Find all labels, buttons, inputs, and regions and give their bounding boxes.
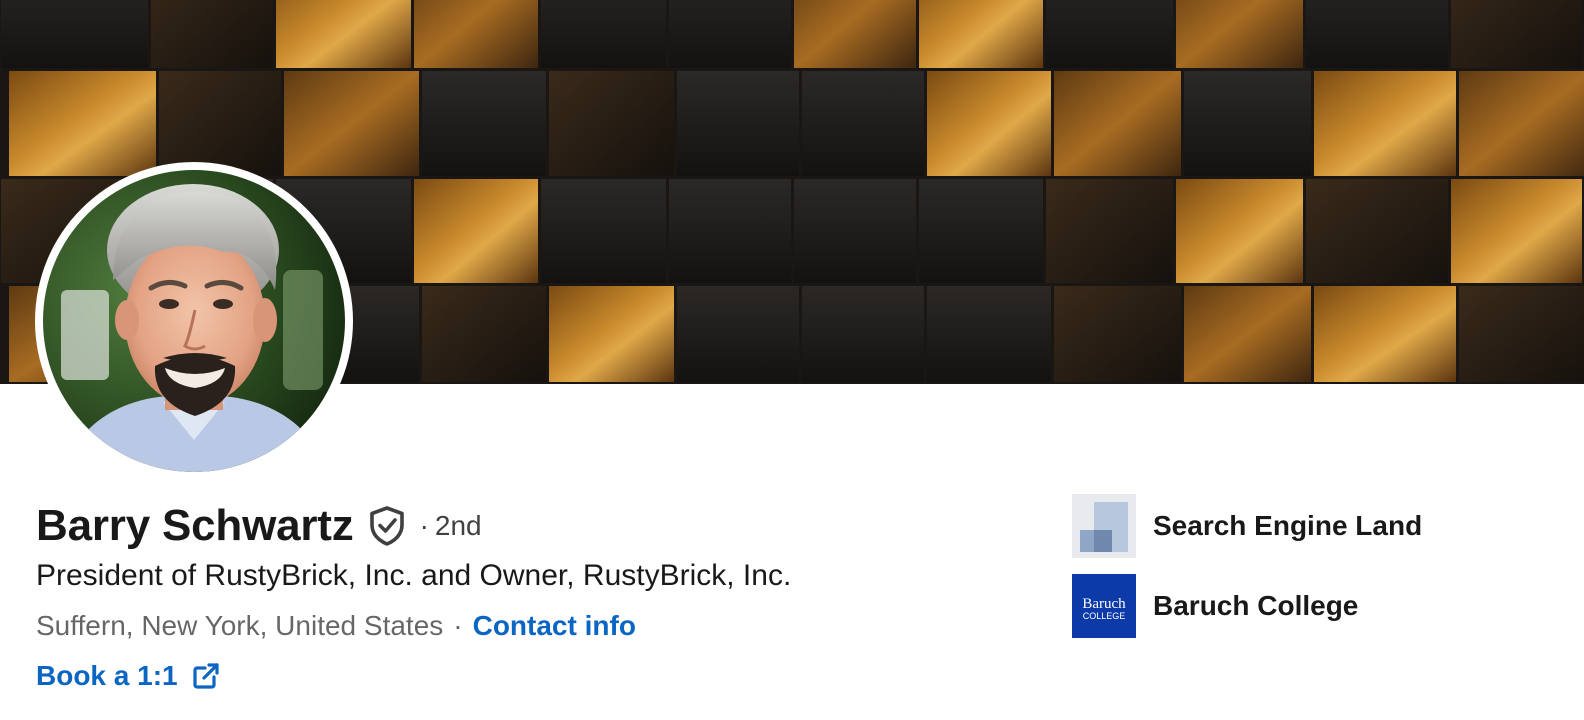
banner-block [1054,71,1181,176]
separator-dot: · [453,610,463,641]
banner-block [1,0,148,68]
profile-info: Barry Schwartz · 2nd President of RustyBr… [36,496,1036,694]
banner-block [1306,179,1448,283]
banner-block [1459,71,1584,176]
location-row: Suffern, New York, United States · Conta… [36,608,1036,644]
banner-block [802,286,924,382]
baruch-college-logo: Baruch COLLEGE [1072,574,1136,638]
name-row: Barry Schwartz · 2nd [36,496,1036,556]
banner-block [1176,0,1303,68]
org-name: Search Engine Land [1153,510,1423,541]
banner-block [1046,179,1173,283]
profile-photo-frame[interactable] [35,162,353,480]
banner-block [669,0,791,68]
profile-organizations: Search Engine Land Baruch COLLEGE Baruch… [1072,494,1552,654]
banner-block [422,286,546,382]
banner-block [549,71,674,176]
external-link-icon [192,662,220,690]
banner-block [927,71,1051,176]
banner-block [794,179,916,283]
banner-block [1176,179,1303,283]
banner-block [919,179,1043,283]
banner-block [1451,179,1582,283]
banner-block [151,0,273,68]
banner-block [1306,0,1448,68]
banner-block [1451,0,1582,68]
banner-block [9,71,156,176]
org-item-baruch-college[interactable]: Baruch COLLEGE Baruch College [1072,574,1552,638]
banner-block [1184,286,1311,382]
banner-block [669,179,791,283]
baruch-logo-subtext: COLLEGE [1083,611,1126,621]
banner-block [1459,286,1584,382]
banner-block [802,71,924,176]
banner-block [1046,0,1173,68]
org-name: Baruch College [1153,590,1359,621]
banner-block [276,0,411,68]
banner-block [927,286,1051,382]
book-meeting-link[interactable]: Book a 1:1 [36,658,1036,694]
contact-info-link[interactable]: Contact info [473,608,636,644]
degree-label: 2nd [434,510,482,541]
banner-block [541,0,666,68]
banner-block [284,71,419,176]
profile-headline: President of RustyBrick, Inc. and Owner,… [36,559,792,592]
banner-block [422,71,546,176]
banner-block [414,0,538,68]
banner-block [541,179,666,283]
banner-block [414,179,538,283]
profile-location: Suffern, New York, United States [36,610,444,641]
baruch-logo-text: Baruch [1082,596,1126,612]
banner-block [677,286,799,382]
banner-block [794,0,916,68]
banner-block [919,0,1043,68]
connection-degree: · 2nd [419,510,482,541]
profile-name: Barry Schwartz [36,501,354,550]
banner-block [1054,286,1181,382]
banner-block [677,71,799,176]
banner-block [1314,71,1456,176]
banner-block [1184,71,1311,176]
banner-block [159,71,281,176]
book-label: Book a 1:1 [36,660,178,691]
org-item-search-engine-land[interactable]: Search Engine Land [1072,494,1552,558]
banner-block [1314,286,1456,382]
shield-check-icon[interactable] [368,505,406,547]
profile-photo[interactable] [43,170,345,472]
search-engine-land-logo [1072,494,1136,558]
banner-block [549,286,674,382]
